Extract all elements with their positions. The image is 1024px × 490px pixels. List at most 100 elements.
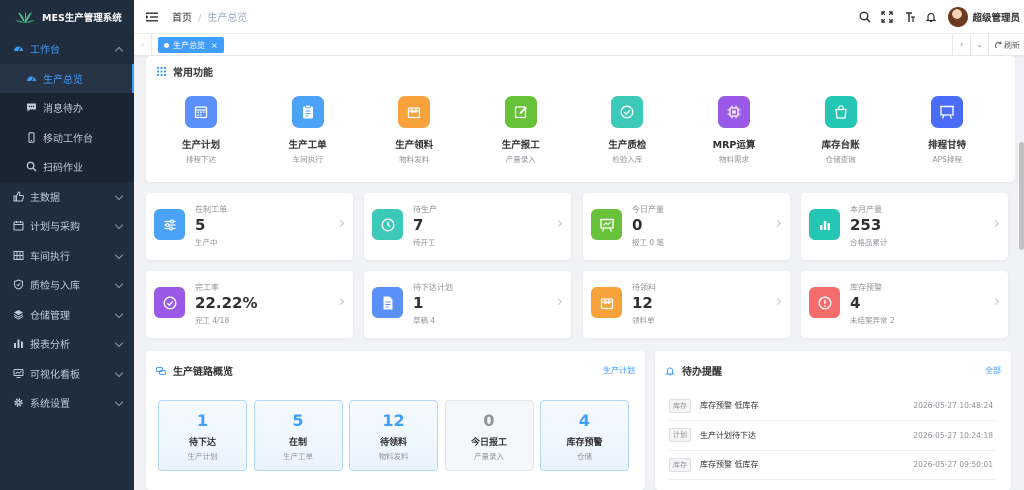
sidebar-subitem-label: 移动工作台: [43, 133, 93, 145]
chevron-up-icon: [114, 46, 124, 56]
sidebar-submenu: 生产总览 消息待办移动工作台扫码作业: [0, 63, 134, 182]
clipboard-icon: [291, 96, 324, 128]
avatar[interactable]: [948, 7, 969, 27]
font-size-icon[interactable]: [903, 11, 916, 23]
quick-functions-title: 常用功能: [156, 64, 213, 79]
stat-card[interactable]: 待下达计划 1 草稿 4: [364, 271, 571, 338]
bell-icon[interactable]: [925, 11, 937, 23]
page-scrollbar[interactable]: [1019, 142, 1024, 250]
quick-item[interactable]: 生产计划 排程下达: [161, 96, 241, 165]
sidebar-item-7[interactable]: 可视化看板: [0, 359, 134, 389]
sidebar-subitem-label: 扫码作业: [43, 163, 83, 175]
search-icon[interactable]: [859, 11, 872, 23]
quick-item-desc: 物料需求: [719, 155, 749, 164]
message-icon: [26, 102, 37, 113]
sidebar-subitem-1[interactable]: 消息待办: [0, 93, 134, 123]
stat-sub: 领料单: [632, 316, 655, 325]
chain-step[interactable]: 0 今日报工 产量录入: [444, 400, 534, 471]
stat-card[interactable]: 在制工单 5 生产中: [146, 193, 353, 260]
top-navbar: 首页 / 生产总览 超级管理员: [134, 0, 1024, 34]
quick-item[interactable]: 生产领料 物料发料: [374, 96, 454, 165]
navbar-right: 超级管理员: [854, 0, 1020, 34]
sidebar-item-label: 工作台: [30, 45, 60, 57]
gauge-icon: [26, 73, 37, 84]
fullscreen-icon[interactable]: [881, 11, 894, 23]
quick-item[interactable]: 生产质检 检验入库: [587, 96, 667, 165]
clock-icon: [372, 209, 403, 240]
breadcrumb-home[interactable]: 首页: [172, 13, 192, 24]
breadcrumb: 首页 / 生产总览: [172, 9, 247, 24]
todo-tag: 库存: [669, 457, 691, 472]
quick-item-name: 生产质检: [608, 140, 647, 151]
chain-plan-link[interactable]: 生产计划: [603, 365, 635, 376]
sidebar-item-0[interactable]: 工作台: [0, 34, 134, 64]
chain-step[interactable]: 1 待下达 生产计划: [158, 400, 247, 471]
close-icon[interactable]: ×: [211, 41, 218, 50]
stat-card[interactable]: 今日产量 0 报工 0 笔: [583, 193, 790, 260]
stat-card[interactable]: 库存预警 4 未结案异常 2: [801, 271, 1008, 338]
chain-step-sub: 仓储: [577, 452, 592, 461]
sidebar-item-2[interactable]: 计划与采购: [0, 211, 134, 241]
stat-card[interactable]: 本月产量 253 合格品累计: [801, 193, 1008, 260]
stat-card[interactable]: 待生产 7 待开工: [364, 193, 571, 260]
bar-chart-icon: [809, 209, 840, 240]
refresh-button[interactable]: 刷新: [988, 34, 1024, 56]
todo-item[interactable]: 库存 库存预警 低库存 2026-05-27 10:48:24: [669, 391, 997, 421]
sidebar-item-1[interactable]: 主数据: [0, 182, 134, 212]
quick-item[interactable]: 库存台账 仓储查询: [801, 96, 881, 165]
thumb-icon: [13, 191, 24, 202]
stat-value: 5: [195, 216, 206, 234]
chain-overview-card: 生产链路概览 生产计划 1 待下达 生产计划 5 在制 生产工单 12 待领料 物料发料 0 今日报…: [146, 351, 645, 490]
todo-time: 2026-05-27 10:48:24: [913, 401, 993, 410]
sidebar-item-label: 主数据: [30, 192, 60, 204]
quick-item[interactable]: 排程甘特 APS排程: [907, 96, 987, 165]
sidebar-menu: 工作台生产总览 消息待办移动工作台扫码作业主数据计划与采购 车间执行 质检与入库 仓储管…: [0, 34, 134, 418]
quick-item[interactable]: MRP运算物料需求: [694, 96, 774, 165]
quick-item-name: MRP运算: [712, 140, 756, 151]
sidebar-subitem-0[interactable]: 生产总览: [0, 63, 134, 93]
sidebar-item-6[interactable]: 报表分析: [0, 329, 134, 359]
user-name[interactable]: 超级管理员: [972, 10, 1020, 24]
stat-card[interactable]: 完工率 22.22% 完工 4/18: [146, 271, 353, 338]
stat-label: 完工率: [195, 283, 219, 292]
tag-dot-icon: [164, 42, 169, 48]
stat-label: 待生产: [413, 205, 437, 214]
todo-item[interactable]: 库存 库存预警 低库存 2026-05-27 09:50:01: [669, 450, 997, 480]
chain-step-value: 12: [382, 411, 405, 430]
alert-icon: [809, 287, 840, 318]
chain-step-sub: 产量录入: [474, 452, 504, 461]
quick-item-desc: 排程下达: [186, 155, 216, 164]
chevron-right-icon[interactable]: ›: [952, 34, 970, 56]
quick-item-desc: APS排程: [932, 155, 962, 164]
sidebar-subitem-2[interactable]: 移动工作台: [0, 123, 134, 153]
stat-label: 库存预警: [850, 283, 882, 292]
chip-icon: [718, 96, 750, 128]
quick-item[interactable]: 生产报工 产量录入: [481, 96, 561, 165]
todo-all-link[interactable]: 全部: [985, 365, 1001, 376]
chain-step-value: 4: [578, 411, 591, 430]
chevron-down-icon[interactable]: ⌄: [970, 34, 988, 56]
app-logo[interactable]: MES生产管理系统: [0, 0, 134, 34]
hamburger-icon[interactable]: [146, 11, 158, 23]
chain-step-name: 待下达: [188, 438, 216, 448]
chevron-right-icon: [554, 219, 563, 228]
tag-active[interactable]: 生产总览 ×: [158, 37, 224, 53]
todo-item[interactable]: 计划 生产计划待下达 2026-05-27 10:24:18: [669, 421, 997, 451]
chain-step[interactable]: 12 待领料 物料发料: [349, 400, 438, 471]
stat-value: 0: [632, 216, 643, 234]
stat-value: 12: [632, 294, 653, 312]
sidebar-item-8[interactable]: 系统设置: [0, 388, 134, 418]
sidebar-item-label: 报表分析: [30, 340, 70, 352]
stat-card[interactable]: 待领料 12 领料单: [583, 271, 790, 338]
breadcrumb-separator: /: [198, 13, 202, 24]
quick-item[interactable]: 生产工单 车间执行: [268, 96, 348, 165]
tags-controls: › ⌄ 刷新: [952, 34, 1024, 56]
sidebar-item-3[interactable]: 车间执行: [0, 241, 134, 271]
sidebar-item-5[interactable]: 仓储管理: [0, 300, 134, 330]
chevron-left-icon[interactable]: ‹: [134, 34, 152, 56]
sidebar-subitem-3[interactable]: 扫码作业: [0, 152, 134, 182]
sidebar-item-4[interactable]: 质检与入库: [0, 270, 134, 300]
chain-step[interactable]: 4 库存预警 仓储: [540, 400, 629, 471]
chain-step[interactable]: 5 在制 生产工单: [253, 400, 343, 471]
calendar-icon: [185, 96, 217, 128]
